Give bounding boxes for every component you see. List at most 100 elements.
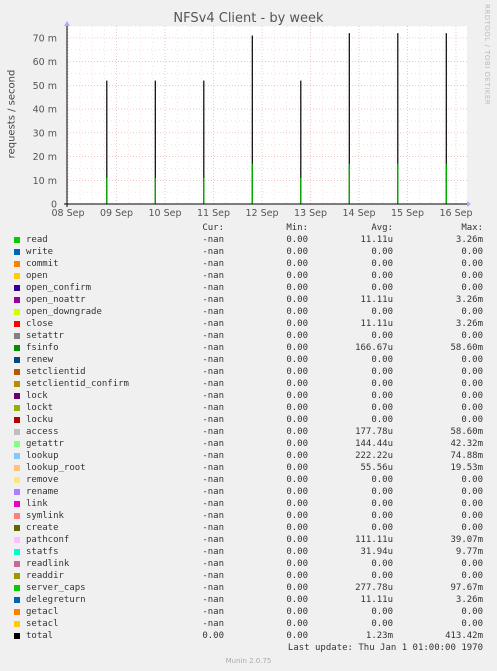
legend-cur: -nan	[202, 391, 224, 401]
legend-row-lookup_root: lookup_root -nan 0.00 55.56u 19.53m	[0, 463, 497, 475]
y-tick-label: 60 m	[33, 57, 57, 68]
legend-row-lock: lock -nan 0.00 0.00 0.00	[0, 391, 497, 403]
legend-name: delegreturn	[26, 595, 86, 605]
legend-row-lockt: lockt -nan 0.00 0.00 0.00	[0, 403, 497, 415]
legend-min: 0.00	[286, 283, 308, 293]
legend-swatch	[14, 393, 20, 399]
header-min: Min:	[286, 223, 308, 233]
legend-cur: -nan	[202, 475, 224, 485]
legend-swatch	[14, 609, 20, 615]
legend-min: 0.00	[286, 463, 308, 473]
legend-name: statfs	[26, 547, 59, 557]
x-tick-label: 13 Sep	[294, 208, 327, 219]
legend-cur: -nan	[202, 559, 224, 569]
legend-avg: 0.00	[371, 367, 393, 377]
legend-avg: 0.00	[371, 619, 393, 629]
legend-max: 3.26m	[455, 295, 483, 305]
legend-cur: -nan	[202, 319, 224, 329]
legend-cur: -nan	[202, 523, 224, 533]
x-tick-label: 14 Sep	[342, 208, 375, 219]
legend-cur: -nan	[202, 235, 224, 245]
x-axis-arrow	[467, 201, 471, 207]
legend-row-pathconf: pathconf -nan 0.00 111.11u 39.07m	[0, 535, 497, 547]
legend-avg: 166.67u	[355, 343, 393, 353]
legend-name: lookup	[26, 451, 59, 461]
x-tick-label: 09 Sep	[100, 208, 133, 219]
legend-row-rename: rename -nan 0.00 0.00 0.00	[0, 487, 497, 499]
legend-swatch	[14, 573, 20, 579]
legend-min: 0.00	[286, 583, 308, 593]
legend-name: locku	[26, 415, 54, 425]
legend-min: 0.00	[286, 619, 308, 629]
legend-min: 0.00	[286, 307, 308, 317]
legend-swatch	[14, 453, 20, 459]
legend-row-setattr: setattr -nan 0.00 0.00 0.00	[0, 331, 497, 343]
legend-avg: 0.00	[371, 379, 393, 389]
legend-min: 0.00	[286, 487, 308, 497]
legend-min: 0.00	[286, 259, 308, 269]
legend-cur: -nan	[202, 427, 224, 437]
legend-cur: -nan	[202, 595, 224, 605]
legend-max: 0.00	[461, 379, 483, 389]
x-tick-label: 11 Sep	[197, 208, 230, 219]
legend-cur: -nan	[202, 271, 224, 281]
legend-swatch	[14, 549, 20, 555]
legend-swatch	[14, 321, 20, 327]
legend-avg: 0.00	[371, 571, 393, 581]
legend-cur: -nan	[202, 535, 224, 545]
legend-avg: 277.78u	[355, 583, 393, 593]
legend-row-link: link -nan 0.00 0.00 0.00	[0, 499, 497, 511]
legend-min: 0.00	[286, 235, 308, 245]
legend-cur: -nan	[202, 547, 224, 557]
legend-max: 3.26m	[455, 235, 483, 245]
legend-swatch	[14, 477, 20, 483]
legend-max: 0.00	[461, 475, 483, 485]
legend-avg: 11.11u	[360, 235, 393, 245]
legend-row-setclientid: setclientid -nan 0.00 0.00 0.00	[0, 367, 497, 379]
legend-max: 0.00	[461, 523, 483, 533]
legend-cur: -nan	[202, 487, 224, 497]
legend-min: 0.00	[286, 343, 308, 353]
legend-name: open_noattr	[26, 295, 86, 305]
legend-cur: -nan	[202, 403, 224, 413]
legend-cur: -nan	[202, 619, 224, 629]
legend-min: 0.00	[286, 391, 308, 401]
legend-cur: -nan	[202, 259, 224, 269]
legend-swatch	[14, 429, 20, 435]
legend-row-statfs: statfs -nan 0.00 31.94u 9.77m	[0, 547, 497, 559]
y-tick-label: 20 m	[33, 152, 57, 163]
legend-min: 0.00	[286, 547, 308, 557]
legend-cur: -nan	[202, 331, 224, 341]
legend-swatch	[14, 513, 20, 519]
legend-avg: 0.00	[371, 511, 393, 521]
legend-row-delegreturn: delegreturn -nan 0.00 11.11u 3.26m	[0, 595, 497, 607]
legend-min: 0.00	[286, 439, 308, 449]
legend-name: fsinfo	[26, 343, 59, 353]
x-tick-label: 15 Sep	[391, 208, 424, 219]
legend-min: 0.00	[286, 631, 308, 641]
legend-swatch	[14, 561, 20, 567]
legend-swatch	[14, 597, 20, 603]
legend-cur: 0.00	[202, 631, 224, 641]
legend-min: 0.00	[286, 511, 308, 521]
legend-max: 0.00	[461, 559, 483, 569]
legend-avg: 55.56u	[360, 463, 393, 473]
legend-min: 0.00	[286, 499, 308, 509]
legend-cur: -nan	[202, 463, 224, 473]
legend-header: Cur: Min: Avg: Max:	[0, 223, 497, 235]
legend-min: 0.00	[286, 403, 308, 413]
legend-max: 39.07m	[450, 535, 483, 545]
legend-max: 0.00	[461, 355, 483, 365]
legend-min: 0.00	[286, 271, 308, 281]
legend-name: remove	[26, 475, 59, 485]
legend-swatch	[14, 381, 20, 387]
legend-swatch	[14, 249, 20, 255]
legend-name: total	[26, 631, 54, 641]
legend-row-commit: commit -nan 0.00 0.00 0.00	[0, 259, 497, 271]
legend-cur: -nan	[202, 283, 224, 293]
legend-row-close: close -nan 0.00 11.11u 3.26m	[0, 319, 497, 331]
legend-name: lockt	[26, 403, 54, 413]
legend-row-setacl: setacl -nan 0.00 0.00 0.00	[0, 619, 497, 631]
legend-swatch	[14, 285, 20, 291]
legend-cur: -nan	[202, 451, 224, 461]
